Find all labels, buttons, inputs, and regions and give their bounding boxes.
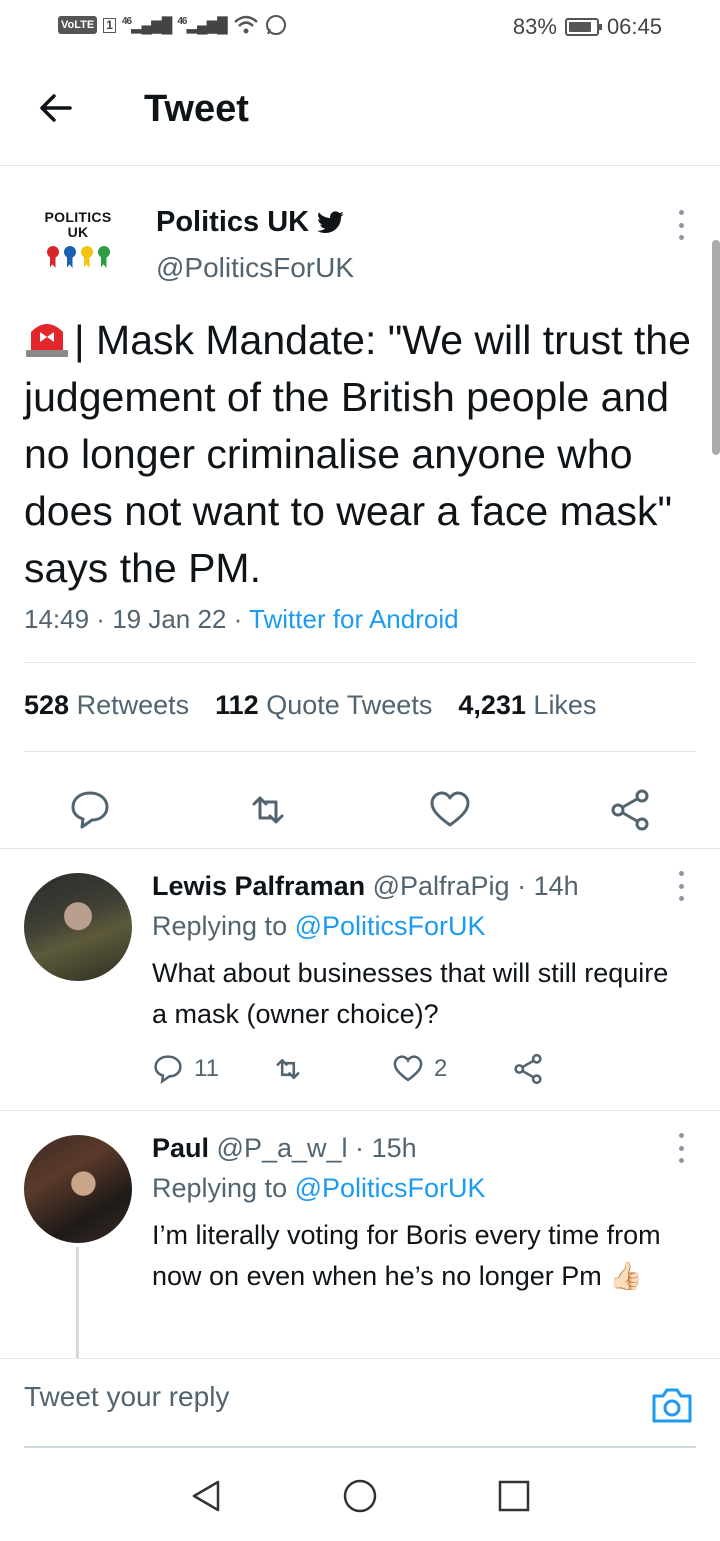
retweet-icon — [276, 1059, 300, 1079]
divider — [24, 751, 696, 752]
reply-actions: 11 2 — [152, 1053, 632, 1085]
retweet-icon[interactable] — [246, 788, 290, 832]
reply-author-handle[interactable]: @P_a_w_l — [217, 1133, 348, 1163]
camera-icon[interactable] — [650, 1383, 694, 1427]
replying-to: Replying to @PoliticsForUK — [152, 1173, 486, 1203]
logo-text-line1: POLITICS — [44, 209, 112, 225]
tweet-text-body: | Mask Mandate: "We will trust the judge… — [24, 317, 691, 591]
tweet-text: | Mask Mandate: "We will trust the judge… — [24, 312, 694, 597]
tweet-meta: 14:49 · 19 Jan 22 · Twitter for Android — [24, 604, 459, 634]
tweet-source-link[interactable]: Twitter for Android — [249, 604, 459, 634]
reply-text: I’m literally voting for Boris every tim… — [152, 1220, 661, 1291]
rosettes — [28, 246, 128, 258]
logo-text-line2: UK — [67, 224, 89, 240]
whatsapp-icon — [265, 15, 286, 35]
more-options-icon[interactable] — [676, 1133, 686, 1163]
retweet-button[interactable] — [272, 1053, 392, 1085]
status-bar-right: 83% 06:45 — [513, 14, 662, 40]
wifi-icon — [233, 15, 258, 34]
back-arrow-icon[interactable] — [36, 88, 76, 128]
tweet-date: 19 Jan 22 — [112, 604, 227, 634]
reply-author-handle[interactable]: @PalfraPig — [373, 871, 510, 901]
battery-level — [568, 22, 591, 32]
reply-time: 14h — [533, 871, 579, 901]
nav-back-icon[interactable] — [188, 1478, 224, 1514]
reply-icon — [154, 1055, 182, 1085]
reply-input[interactable] — [24, 1381, 624, 1413]
likes-stat[interactable]: 4,231 Likes — [458, 690, 596, 721]
more-options-icon[interactable] — [676, 871, 686, 901]
reply-header: Lewis Palframan @PalfraPig · 14h — [152, 871, 579, 901]
author-name-text: Politics UK — [156, 206, 310, 238]
replying-to-link[interactable]: @PoliticsForUK — [295, 911, 486, 941]
reply-time: 15h — [371, 1133, 417, 1163]
retweets-stat[interactable]: 528 Retweets — [24, 690, 189, 721]
twitter-bird-icon — [317, 210, 344, 233]
status-bar: VoLTE 1 46▂▄▆█ 46▂▄▆█ 83% 06:45 — [0, 0, 720, 56]
tweet-actions — [0, 776, 720, 842]
rosette-icon — [97, 246, 110, 258]
rosette-icon — [63, 246, 76, 258]
clock: 06:45 — [606, 14, 662, 39]
battery-percent: 83% — [512, 14, 557, 39]
replying-to: Replying to @PoliticsForUK — [152, 911, 486, 941]
reply-author-name[interactable]: Paul — [152, 1133, 209, 1163]
system-nav-bar — [0, 1448, 720, 1541]
reply-author-name[interactable]: Lewis Palframan — [152, 871, 365, 901]
rosette-icon — [80, 246, 93, 258]
like-count: 2 — [434, 1055, 448, 1082]
page-title: Tweet — [144, 88, 249, 130]
author-name[interactable]: Politics UK — [156, 206, 345, 239]
share-icon — [514, 1053, 542, 1085]
like-heart-icon[interactable] — [428, 788, 472, 832]
tweet-stats: 528 Retweets 112 Quote Tweets 4,231 Like… — [24, 690, 596, 721]
scrollbar[interactable] — [712, 240, 720, 455]
author-handle[interactable]: @PoliticsForUK — [156, 252, 354, 284]
tweet-time: 14:49 — [24, 604, 90, 634]
reply-count: 11 — [194, 1055, 219, 1082]
status-bar-left: VoLTE 1 46▂▄▆█ 46▂▄▆█ — [58, 14, 287, 36]
avatar[interactable] — [24, 1135, 132, 1243]
like-button[interactable]: 2 — [392, 1053, 512, 1085]
sim-indicator: 1 — [103, 17, 116, 33]
more-options-icon[interactable] — [676, 210, 686, 240]
author-avatar[interactable]: POLITICS UK — [28, 210, 128, 290]
reply-icon[interactable] — [68, 788, 112, 832]
reply-text: What about businesses that will still re… — [152, 958, 669, 1029]
volte-indicator: VoLTE — [58, 16, 98, 34]
like-heart-icon — [393, 1055, 423, 1082]
divider — [24, 662, 696, 663]
avatar[interactable] — [24, 873, 132, 981]
share-button[interactable] — [512, 1053, 632, 1085]
nav-home-icon[interactable] — [342, 1478, 378, 1514]
reply-header: Paul @P_a_w_l · 15h — [152, 1133, 417, 1163]
share-icon[interactable] — [608, 788, 652, 832]
nav-recents-icon[interactable] — [496, 1478, 532, 1514]
signal-icon-2: 46▂▄▆█ — [177, 16, 227, 34]
reply-tweet[interactable]: Paul @P_a_w_l · 15h Replying to @Politic… — [0, 1111, 720, 1358]
siren-emoji-icon — [26, 324, 68, 357]
rosette-icon — [46, 246, 59, 258]
thread-line — [76, 1247, 79, 1358]
replying-to-link[interactable]: @PoliticsForUK — [295, 1173, 486, 1203]
reply-composer — [0, 1358, 720, 1448]
battery-icon — [564, 18, 602, 36]
signal-icon: 46▂▄▆█ — [121, 16, 172, 34]
reply-button[interactable]: 11 — [152, 1053, 272, 1085]
top-app-bar: Tweet — [0, 56, 720, 166]
reply-tweet[interactable]: Lewis Palframan @PalfraPig · 14h Replyin… — [0, 849, 720, 1109]
quote-tweets-stat[interactable]: 112 Quote Tweets — [215, 690, 432, 721]
